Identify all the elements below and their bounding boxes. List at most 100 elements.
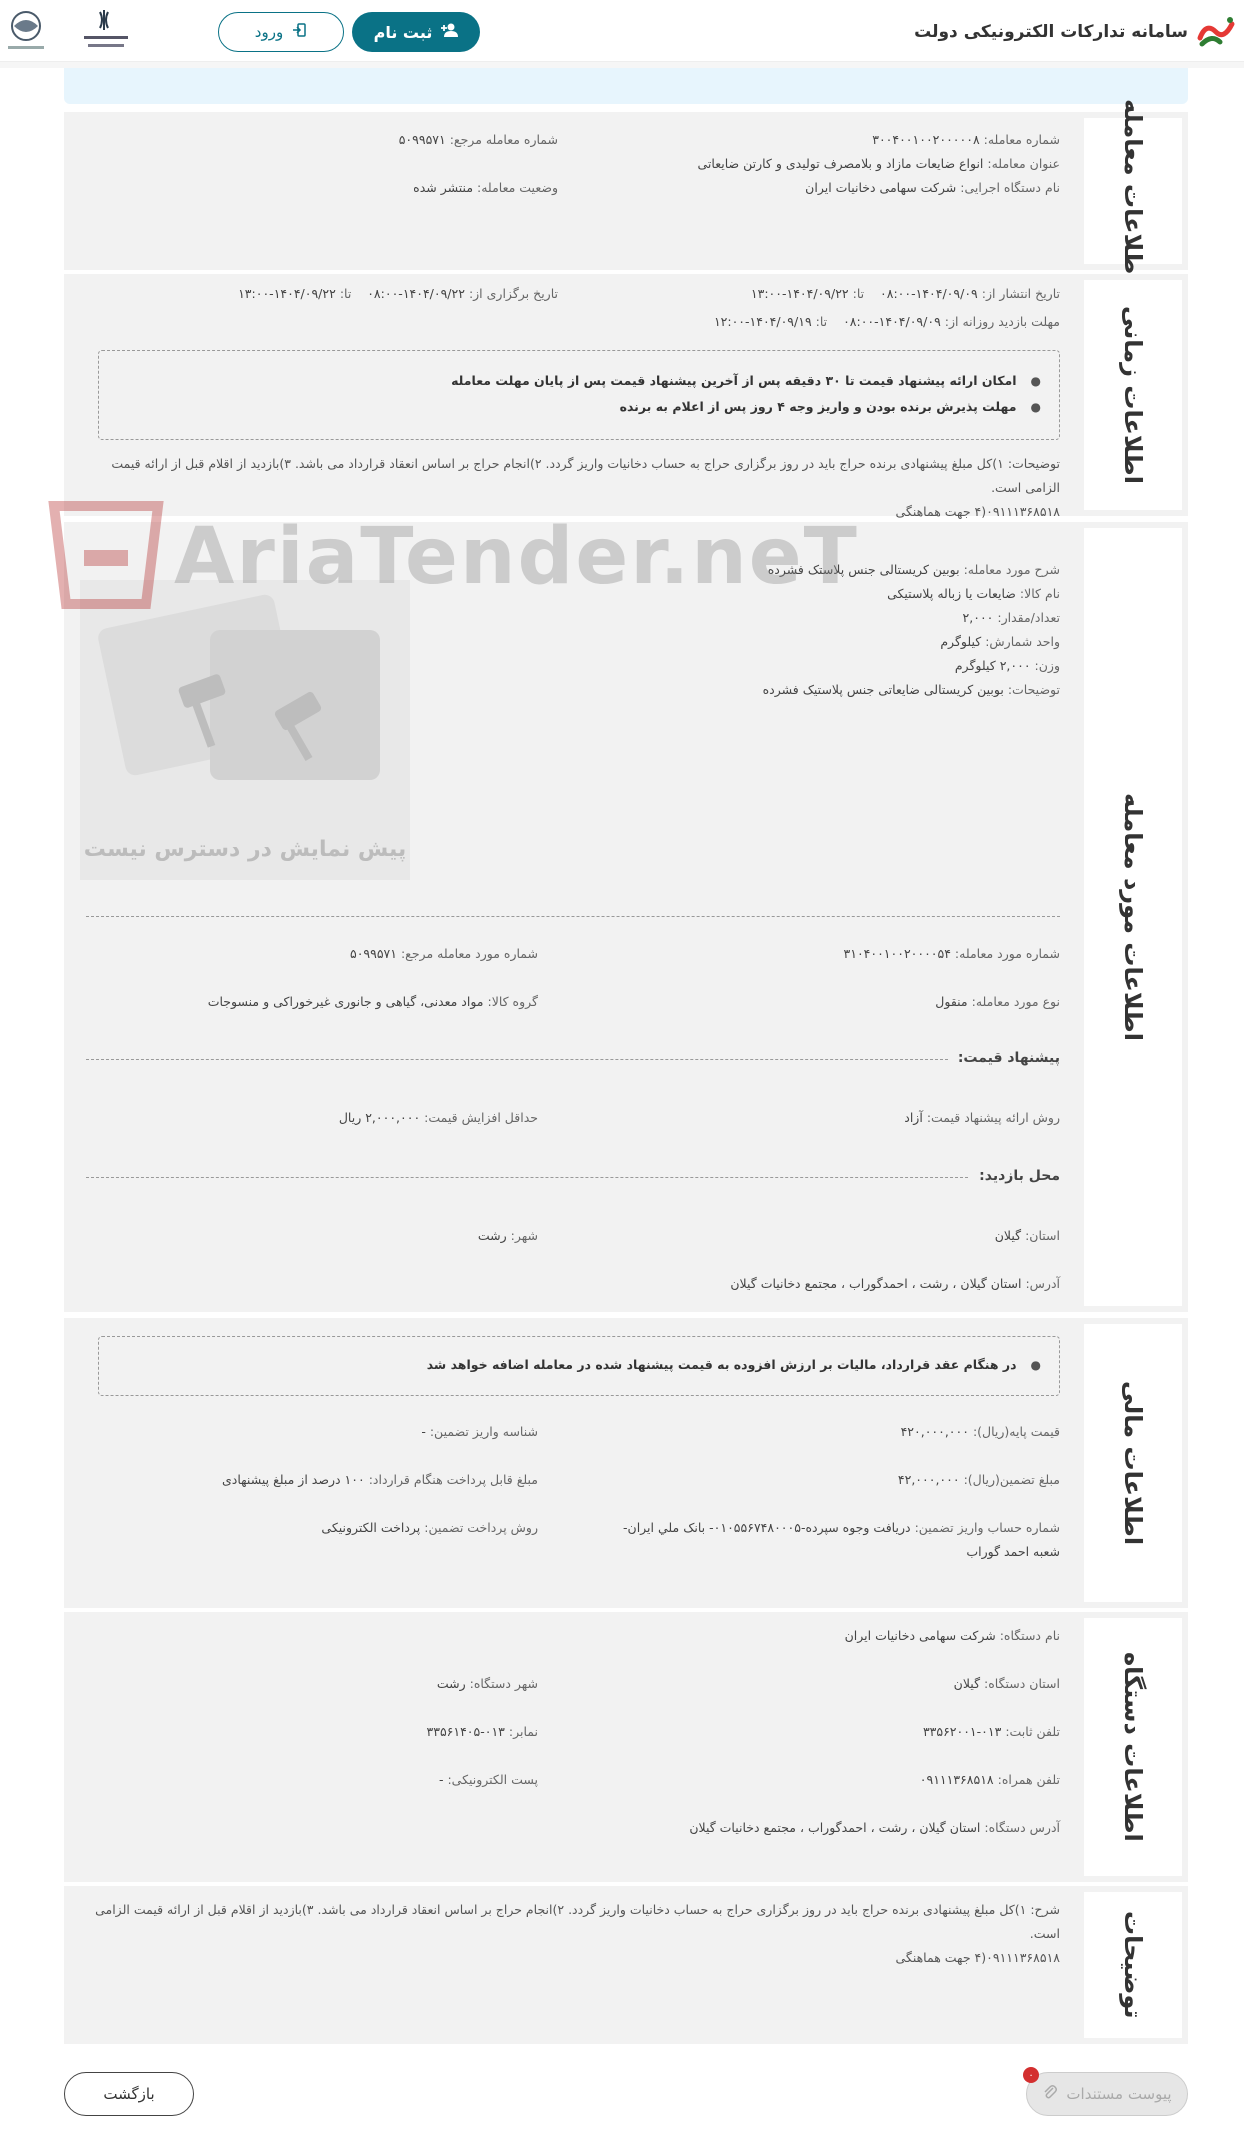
- item-notes-value: بوبین کریستالی ضایعاتی جنس پلاستیک فشرده: [762, 682, 1004, 697]
- item-type-value: منقول: [935, 994, 968, 1009]
- time-info-title: اطلاعات زمانی: [1119, 306, 1147, 484]
- unit-label: واحد شمارش:: [985, 634, 1060, 649]
- deposit-id-value: -: [421, 1424, 426, 1439]
- item-number-field: شماره مورد معامله: ۳۱۰۴۰۰۱۰۰۲۰۰۰۰۵۴: [844, 946, 1060, 961]
- pay-method-value: پرداخت الکترونیکی: [321, 1520, 421, 1535]
- hold-to-value: ۱۴۰۴/۰۹/۲۲-۱۳:۰۰: [238, 286, 336, 301]
- min-increase-field: حداقل افزایش قیمت: ۲,۰۰۰,۰۰۰ ریال: [339, 1110, 538, 1125]
- offer-method-value: آزاد: [904, 1110, 923, 1125]
- publish-to-value: ۱۴۰۴/۰۹/۲۲-۱۳:۰۰: [750, 286, 849, 301]
- org-address-value: استان گیلان ، رشت ، احمدگوراب ، مجتمع دخ…: [689, 1820, 981, 1835]
- brand[interactable]: سامانه تدارکات الکترونیکی دولت: [914, 14, 1236, 50]
- org-email-label: پست الکترونیکی:: [447, 1772, 538, 1787]
- org-name-label: نام دستگاه:: [999, 1628, 1060, 1643]
- condition-bullet-2: مهلت پذیرش برنده بودن و واریز وجه ۴ روز …: [620, 399, 1041, 414]
- org-mobile-label: تلفن همراه:: [997, 1772, 1060, 1787]
- deal-title-label: عنوان معامله:: [987, 156, 1060, 171]
- explanations-text: شرح: ۱)کل مبلغ پیشنهادی برنده حراج باید …: [70, 1898, 1060, 1970]
- explanations-tab: توضیحات: [1078, 1886, 1188, 2044]
- qty-value: ۲,۰۰۰: [962, 610, 994, 625]
- org-province-field: استان دستگاه: گیلان: [954, 1676, 1060, 1691]
- publish-from-value: ۱۴۰۴/۰۹/۰۹-۰۸:۰۰: [880, 286, 978, 301]
- org-name-value: شرکت سهامی دخانیات ایران: [844, 1628, 996, 1643]
- offer-method-field: روش ارائه پیشنهاد قیمت: آزاد: [904, 1110, 1060, 1125]
- explanations-label: شرح:: [1030, 1902, 1060, 1917]
- goods-field: نام کالا: ضایعات یا زباله پلاستیکی: [887, 586, 1060, 601]
- account-branch-value: شعبه احمد گوراب: [966, 1544, 1060, 1559]
- hold-date-field: تاریخ برگزاری از: ۱۴۰۴/۰۹/۲۲-۰۸:۰۰ تا: ۱…: [238, 286, 558, 301]
- item-info-tab: اطلاعات مورد معامله: [1078, 522, 1188, 1312]
- province-field: استان: گیلان: [995, 1228, 1060, 1243]
- user-plus-icon: [440, 22, 459, 42]
- divider: [86, 1177, 968, 1178]
- attachments-button[interactable]: پیوست مستندات ۰: [1023, 2067, 1188, 2116]
- explanations-line-2: ۰۹۱۱۱۳۶۸۵۱۸(۴ جهت هماهنگی: [895, 1950, 1061, 1965]
- min-increase-value: ۲,۰۰۰,۰۰۰ ریال: [338, 1110, 421, 1125]
- financial-title: اطلاعات مالی: [1119, 1380, 1147, 1546]
- deal-number-value: ۳۰۰۴۰۰۱۰۰۲۰۰۰۰۰۸: [872, 132, 980, 147]
- deal-info-title: اطلاعات معامله: [1119, 99, 1147, 283]
- item-notes-field: توضیحات: بوبین کریستالی ضایعاتی جنس پلاس…: [763, 682, 1060, 697]
- status-value: منتشر شده: [413, 180, 474, 195]
- qty-field: تعداد/مقدار: ۲,۰۰۰: [963, 610, 1060, 625]
- min-increase-label: حداقل افزایش قیمت:: [424, 1110, 538, 1125]
- goods-group-label: گروه کالا:: [487, 994, 538, 1009]
- time-desc-line-1: ۱)کل مبلغ پیشنهادی برنده حراج باید در رو…: [111, 456, 1060, 495]
- item-ref-value: ۵۰۹۹۵۷۱: [349, 946, 397, 961]
- watermark-text: AriaTender.neT: [174, 512, 859, 602]
- org-city-field: شهر دستگاه: رشت: [437, 1676, 538, 1691]
- time-conditions-box: امکان ارائه پیشنهاد قیمت تا ۳۰ دقیقه پس …: [98, 350, 1060, 440]
- executor-value: شرکت سهامی دخانیات ایران: [805, 180, 957, 195]
- visit-from-label: مهلت بازدید روزانه از:: [944, 314, 1060, 329]
- org-info-tab: اطلاعات دستگاه: [1078, 1612, 1188, 1882]
- item-number-label: شماره مورد معامله:: [954, 946, 1060, 961]
- status-field: وضعیت معامله: منتشر شده: [413, 180, 558, 195]
- time-info-section: اطلاعات زمانی تاریخ انتشار از: ۱۴۰۴/۰۹/۰…: [64, 274, 1188, 519]
- payable-label: مبلغ قابل پرداخت هنگام قرارداد:: [368, 1472, 538, 1487]
- org-city-label: شهر دستگاه:: [469, 1676, 538, 1691]
- ref-number-value: ۵۰۹۹۵۷۱: [398, 132, 446, 147]
- goods-label: نام کالا:: [1019, 586, 1060, 601]
- org-address-field: آدرس دستگاه: استان گیلان ، رشت ، احمدگور…: [689, 1820, 1060, 1835]
- back-button[interactable]: بازگشت: [64, 2072, 194, 2116]
- org-fax-label: نمابر:: [508, 1724, 538, 1739]
- deal-info-section: اطلاعات معامله شماره معامله: ۳۰۰۴۰۰۱۰۰۲۰…: [64, 99, 1188, 283]
- register-button[interactable]: ثبت نام: [352, 12, 480, 52]
- goods-group-value: مواد معدنی، گیاهی و جانوری غیرخوراکی و م…: [207, 994, 484, 1009]
- attachments-label: پیوست مستندات: [1066, 2085, 1172, 2103]
- goods-group-field: گروه کالا: مواد معدنی، گیاهی و جانوری غی…: [208, 994, 538, 1009]
- explanations-section: توضیحات شرح: ۱)کل مبلغ پیشنهادی برنده حر…: [64, 1886, 1188, 2044]
- condition-bullet-1: امکان ارائه پیشنهاد قیمت تا ۳۰ دقیقه پس …: [451, 373, 1041, 388]
- org-email-field: پست الکترونیکی: -: [439, 1772, 538, 1787]
- item-info-title: اطلاعات مورد معامله: [1119, 793, 1147, 1041]
- payable-value: ۱۰۰ درصد از مبلغ پیشنهادی: [222, 1472, 365, 1487]
- register-label: ثبت نام: [373, 22, 433, 42]
- item-ref-field: شماره مورد معامله مرجع: ۵۰۹۹۵۷۱: [350, 946, 538, 961]
- unit-field: واحد شمارش: کیلوگرم: [940, 634, 1060, 649]
- province-value: گیلان: [994, 1228, 1022, 1243]
- goods-value: ضایعات یا زباله پلاستیکی: [887, 586, 1016, 601]
- unit-value: کیلوگرم: [940, 634, 982, 649]
- org-fax-field: نمابر: ۰۱۳-۳۳۵۶۱۴۰۵: [427, 1724, 538, 1739]
- org-fax-value: ۰۱۳-۳۳۵۶۱۴۰۵: [426, 1724, 505, 1739]
- city-label: شهر:: [510, 1228, 538, 1243]
- org-mobile-field: تلفن همراه: ۰۹۱۱۱۳۶۸۵۱۸: [920, 1772, 1060, 1787]
- base-price-value: ۴۲۰,۰۰۰,۰۰۰: [900, 1424, 969, 1439]
- hold-to-label: تا:: [339, 286, 352, 301]
- city-value: رشت: [477, 1228, 507, 1243]
- weight-value: ۲,۰۰۰ کیلوگرم: [954, 658, 1031, 673]
- publish-to-label: تا:: [852, 286, 865, 301]
- status-label: وضعیت معامله:: [477, 180, 558, 195]
- payable-field: مبلغ قابل پرداخت هنگام قرارداد: ۱۰۰ درصد…: [222, 1472, 538, 1487]
- deal-info-tab: اطلاعات معامله: [1078, 99, 1188, 283]
- setad-logo-icon: [1196, 14, 1236, 50]
- org-address-label: آدرس دستگاه:: [984, 1820, 1060, 1835]
- city-field: شهر: رشت: [478, 1228, 538, 1243]
- hold-from-value: ۱۴۰۴/۰۹/۲۲-۰۸:۰۰: [367, 286, 465, 301]
- visit-to-label: تا:: [815, 314, 828, 329]
- weight-field: وزن: ۲,۰۰۰ کیلوگرم: [955, 658, 1060, 673]
- ref-number-label: شماره معامله مرجع:: [449, 132, 558, 147]
- account-branch: شعبه احمد گوراب: [966, 1544, 1060, 1559]
- login-button[interactable]: ورود: [218, 12, 344, 52]
- weight-label: وزن:: [1034, 658, 1060, 673]
